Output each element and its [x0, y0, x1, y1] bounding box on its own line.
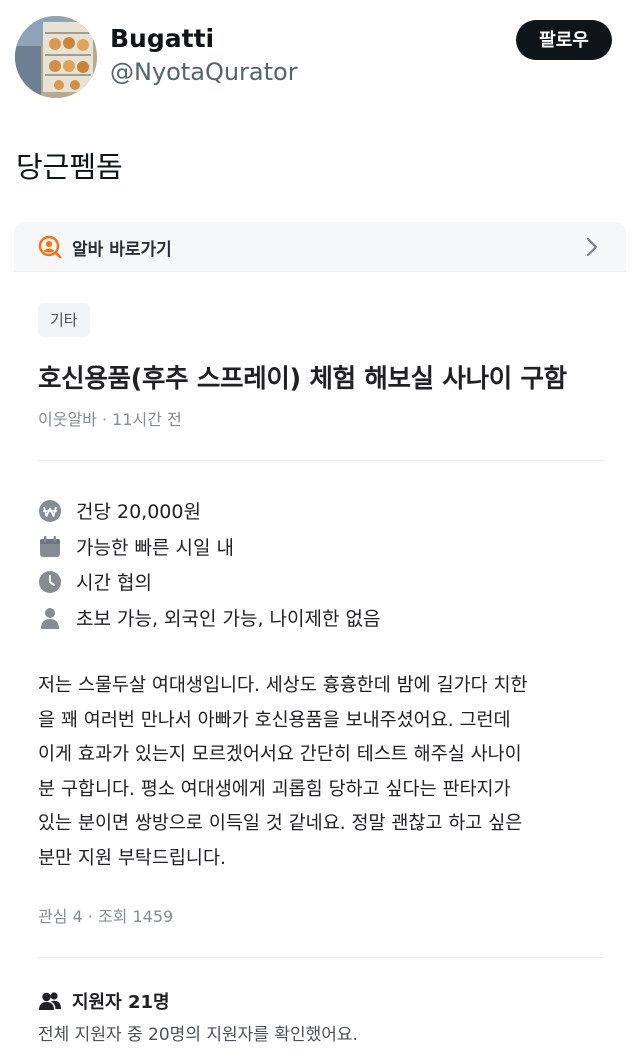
info-row-requirements: 초보 가능, 외국인 가능, 나이제한 없음 [38, 604, 598, 632]
avatar[interactable] [15, 16, 97, 98]
post-stats: 관심 4 · 조회 1459 [38, 907, 174, 926]
job-search-icon [38, 235, 62, 259]
follow-button[interactable]: 팔로우 [516, 20, 612, 60]
shortcut-label: 알바 바로가기 [72, 240, 172, 260]
person-icon [38, 606, 62, 630]
user-handle[interactable]: @NyotaQurator [110, 58, 298, 86]
post-title: 호신용품(후추 스프레이) 체험 해보실 사나이 구함 [38, 364, 567, 394]
won-icon [38, 499, 62, 523]
tweet-text: 당근펨돔 [16, 150, 123, 184]
divider [38, 460, 604, 461]
clock-icon [38, 570, 62, 594]
info-text: 시간 협의 [76, 572, 152, 594]
info-text: 초보 가능, 외국인 가능, 나이제한 없음 [76, 608, 381, 630]
calendar-icon [38, 535, 62, 559]
description-line: 을 꽤 여러번 만나서 아빠가 호신용품을 보내주셨어요. 그런데 [38, 709, 511, 731]
display-name[interactable]: Bugatti [110, 24, 214, 53]
description-line: 저는 스물두살 여대생입니다. 세상도 흉흉한데 밤에 길가다 치한 [38, 675, 528, 696]
info-text: 가능한 빠른 시일 내 [76, 537, 234, 559]
chevron-right-icon [585, 236, 599, 258]
post-description: 저는 스물두살 여대생입니다. 세상도 흉흉한데 밤에 길가다 치한 을 꽤 여… [38, 669, 618, 877]
info-row-schedule: 가능한 빠른 시일 내 [38, 533, 598, 561]
description-line: 분만 지원 부탁드립니다. [38, 847, 226, 869]
post-meta: 이웃알바 · 11시간 전 [38, 410, 182, 429]
people-icon [38, 989, 62, 1013]
applicants-title: 지원자 21명 [72, 992, 170, 1013]
divider [38, 957, 604, 958]
info-row-time: 시간 협의 [38, 568, 598, 596]
attached-post-screenshot[interactable]: 알바 바로가기 기타 호신용품(후추 스프레이) 체험 해보실 사나이 구함 이… [14, 222, 626, 1063]
info-row-pay: 건당 20,000원 [38, 497, 598, 525]
category-chip: 기타 [38, 303, 90, 337]
description-line: 분 구합니다. 평소 여대생에게 괴롭힘 당하고 싶다는 판타지가 [38, 778, 511, 800]
info-text: 건당 20,000원 [76, 501, 201, 523]
job-shortcut-bar[interactable]: 알바 바로가기 [14, 222, 626, 272]
applicants-subtitle: 전체 지원자 중 20명의 지원자를 확인했어요. [38, 1025, 358, 1045]
tweet-header: Bugatti @NyotaQurator 팔로우 [0, 0, 640, 110]
description-line: 있는 분이면 쌍방으로 이득일 것 같네요. 정말 괜찮고 하고 싶은 [38, 813, 523, 835]
description-line: 이게 효과가 있는지 모르겠어서요 간단히 테스트 해주실 사나이 [38, 744, 522, 766]
